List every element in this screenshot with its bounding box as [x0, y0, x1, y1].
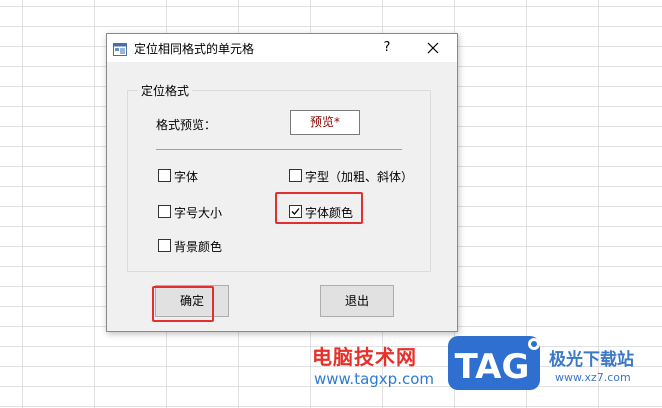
format-preview-box: 预览* — [290, 110, 360, 135]
app-form-icon — [113, 41, 127, 56]
close-icon — [427, 42, 439, 54]
checkbox-box — [158, 169, 171, 182]
highlight-frame — [275, 192, 363, 224]
highlight-frame — [152, 286, 214, 322]
watermark-site2-url: www.xz7.com — [555, 371, 631, 384]
font-style-checkbox-label: 字型（加粗、斜体） — [305, 170, 414, 184]
separator-line — [156, 149, 402, 150]
watermark-site-url: www.tagxp.com — [314, 370, 434, 388]
dialog-titlebar: 定位相同格式的单元格 ? — [107, 34, 457, 62]
checkbox-box — [289, 169, 302, 182]
tag-logo-icon: TAG — [448, 336, 540, 390]
font-checkbox-label: 字体 — [174, 170, 199, 184]
dialog-title: 定位相同格式的单元格 — [134, 42, 255, 56]
watermark-site-name: 电脑技术网 — [312, 345, 417, 369]
background-color-checkbox-label: 背景颜色 — [174, 240, 223, 254]
exit-button[interactable]: 退出 — [320, 285, 394, 317]
close-button[interactable] — [421, 37, 445, 59]
format-groupbox: 定位格式 格式预览： 预览* 字体 字型（加粗、斜体） 字号大小 字体颜色 背景… — [127, 82, 431, 272]
font-size-checkbox-label: 字号大小 — [174, 206, 223, 220]
tag-logo-text: TAG — [455, 347, 530, 387]
groupbox-title: 定位格式 — [138, 82, 193, 99]
checkbox-box — [158, 239, 171, 252]
watermark-site2-name: 极光下载站 — [549, 350, 634, 370]
preview-label: 格式预览： — [156, 118, 217, 132]
checkbox-box — [158, 205, 171, 218]
locate-same-format-dialog: 定位相同格式的单元格 ? 定位格式 格式预览： 预览* 字体 字型（加粗、斜体）… — [106, 33, 458, 332]
help-button[interactable]: ? — [375, 37, 399, 59]
